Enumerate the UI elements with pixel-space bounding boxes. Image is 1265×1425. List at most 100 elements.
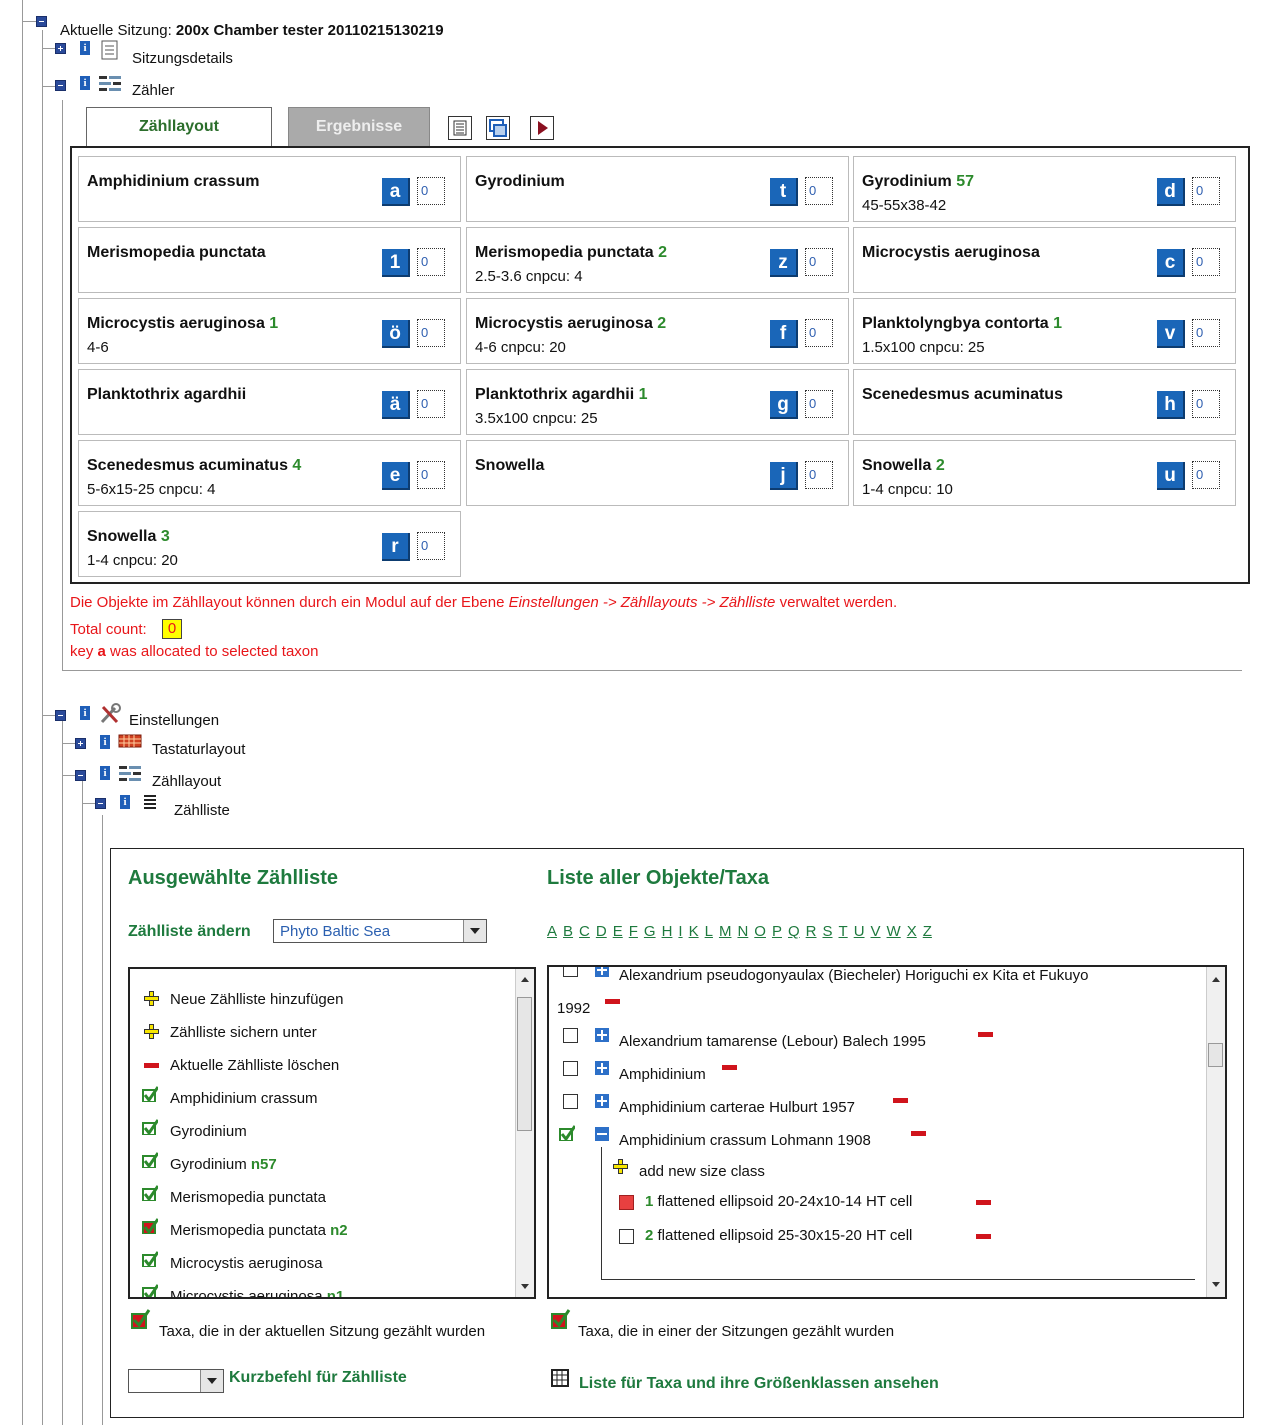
count-layout-label[interactable]: Zähllayout bbox=[152, 773, 221, 790]
letter-link[interactable]: G bbox=[644, 923, 656, 940]
list-entry[interactable]: Neue Zählliste hinzufügen bbox=[170, 991, 343, 1008]
count-value[interactable]: 0 bbox=[417, 319, 445, 347]
count-cell[interactable]: Merismopedia punctata 2 2.5-3.6 cnpcu: 4 z… bbox=[466, 227, 849, 293]
count-value[interactable]: 0 bbox=[1192, 177, 1220, 205]
count-value[interactable]: 0 bbox=[1192, 461, 1220, 489]
check-icon[interactable] bbox=[142, 1119, 158, 1135]
list-entry[interactable]: Amphidinium crassum bbox=[170, 1090, 318, 1107]
count-value[interactable]: 0 bbox=[417, 177, 445, 205]
count-cell[interactable]: Snowella 2 1-4 cnpcu: 10 u 0 bbox=[853, 440, 1236, 506]
count-value[interactable]: 0 bbox=[417, 248, 445, 276]
table-icon[interactable] bbox=[551, 1369, 569, 1387]
shortcut-key[interactable]: z bbox=[770, 249, 798, 277]
count-list-label[interactable]: Zählliste bbox=[174, 802, 230, 819]
count-value[interactable]: 0 bbox=[417, 461, 445, 489]
all-taxa-box[interactable]: Alexandrium pseudogonyaulax (Biecheler) … bbox=[547, 965, 1227, 1299]
scrollbar[interactable] bbox=[515, 969, 534, 1297]
check-icon[interactable] bbox=[142, 1152, 158, 1168]
expand-taxon-icon[interactable] bbox=[595, 967, 609, 977]
window-button[interactable] bbox=[486, 116, 510, 140]
remove-taxon-icon[interactable] bbox=[893, 1098, 908, 1103]
list-entry[interactable]: Zählliste sichern unter bbox=[170, 1024, 317, 1041]
selected-list-box[interactable]: Neue Zählliste hinzufügen Zählliste siche… bbox=[128, 967, 536, 1299]
scroll-down-icon[interactable] bbox=[521, 1284, 529, 1289]
count-cell[interactable]: Planktothrix agardhii ä 0 bbox=[78, 369, 461, 435]
expand-details-toggle[interactable] bbox=[55, 43, 66, 54]
letter-link[interactable]: X bbox=[907, 923, 917, 940]
count-cell[interactable]: Microcystis aeruginosa 1 4-6 ö 0 bbox=[78, 298, 461, 364]
shortcut-key[interactable]: f bbox=[770, 320, 798, 348]
letter-link[interactable]: P bbox=[772, 923, 782, 940]
count-cell[interactable]: Planktothrix agardhii 1 3.5x100 cnpcu: 25… bbox=[466, 369, 849, 435]
count-cell[interactable]: Scenedesmus acuminatus 4 5-6x15-25 cnpcu:… bbox=[78, 440, 461, 506]
list-entry[interactable]: Merismopedia punctata bbox=[170, 1189, 326, 1206]
letter-link[interactable]: S bbox=[823, 923, 833, 940]
count-value[interactable]: 0 bbox=[805, 390, 833, 418]
letter-link[interactable]: B bbox=[563, 923, 573, 940]
list-entry[interactable]: Gyrodinium bbox=[170, 1123, 247, 1140]
shortcut-key[interactable]: u bbox=[1157, 462, 1185, 490]
scroll-up-icon[interactable] bbox=[1212, 977, 1220, 982]
collapse-layout-toggle[interactable] bbox=[75, 770, 86, 781]
letter-link[interactable]: L bbox=[705, 923, 713, 940]
remove-taxon-icon[interactable] bbox=[722, 1065, 737, 1070]
shortcut-key[interactable]: ö bbox=[382, 320, 410, 348]
play-button[interactable] bbox=[530, 116, 554, 140]
letter-link[interactable]: E bbox=[613, 923, 623, 940]
size-class-1[interactable]: 1 flattened ellipsoid 20-24x10-14 HT cel… bbox=[645, 1193, 912, 1210]
shortcut-key[interactable]: 1 bbox=[382, 249, 410, 277]
taxon-name[interactable]: Alexandrium tamarense (Lebour) Balech 19… bbox=[619, 1033, 926, 1050]
shortcut-key[interactable]: h bbox=[1157, 391, 1185, 419]
count-cell[interactable]: Amphidinium crassum a 0 bbox=[78, 156, 461, 222]
count-value[interactable]: 0 bbox=[1192, 319, 1220, 347]
collapse-taxon-icon[interactable] bbox=[595, 1127, 609, 1141]
dropdown-arrow-icon[interactable] bbox=[200, 1370, 223, 1392]
count-cell[interactable]: Planktolyngbya contorta 1 1.5x100 cnpcu: … bbox=[853, 298, 1236, 364]
letter-link[interactable]: Z bbox=[923, 923, 932, 940]
check-icon[interactable] bbox=[142, 1086, 158, 1102]
expand-keyboard-toggle[interactable] bbox=[75, 738, 86, 749]
letter-link[interactable]: I bbox=[678, 923, 682, 940]
expand-taxon-icon[interactable] bbox=[595, 1061, 609, 1075]
taxon-checkbox[interactable] bbox=[563, 967, 578, 977]
scrollbar[interactable] bbox=[1206, 967, 1225, 1297]
shortcut-key[interactable]: r bbox=[382, 533, 410, 561]
letter-link[interactable]: T bbox=[839, 923, 848, 940]
shortcut-key[interactable]: e bbox=[382, 462, 410, 490]
dropdown-arrow-icon[interactable] bbox=[463, 920, 486, 942]
letter-link[interactable]: Q bbox=[788, 923, 800, 940]
check-icon[interactable] bbox=[142, 1185, 158, 1201]
letter-link[interactable]: A bbox=[547, 923, 557, 940]
count-value[interactable]: 0 bbox=[1192, 248, 1220, 276]
shortcut-key[interactable]: ä bbox=[382, 391, 410, 419]
remove-taxon-icon[interactable] bbox=[605, 999, 620, 1004]
count-cell[interactable]: Merismopedia punctata 1 0 bbox=[78, 227, 461, 293]
letter-link[interactable]: R bbox=[806, 923, 817, 940]
letter-link[interactable]: V bbox=[871, 923, 881, 940]
collapse-settings-toggle[interactable] bbox=[55, 710, 66, 721]
taxon-name[interactable]: Amphidinium crassum Lohmann 1908 bbox=[619, 1132, 871, 1149]
scroll-thumb[interactable] bbox=[517, 997, 532, 1131]
expand-taxon-icon[interactable] bbox=[595, 1028, 609, 1042]
size-class-checkbox[interactable] bbox=[619, 1229, 634, 1244]
taxon-checkbox[interactable] bbox=[563, 1094, 578, 1109]
view-taxa-list-link[interactable]: Liste für Taxa und ihre Größenklassen an… bbox=[579, 1375, 939, 1393]
scroll-down-icon[interactable] bbox=[1212, 1282, 1220, 1287]
letter-link[interactable]: U bbox=[854, 923, 865, 940]
shortcut-label[interactable]: Kurzbefehl für Zählliste bbox=[229, 1369, 407, 1387]
info-icon[interactable]: i bbox=[80, 41, 90, 55]
shortcut-key[interactable]: c bbox=[1157, 249, 1185, 277]
letter-link[interactable]: O bbox=[754, 923, 766, 940]
tab-layout[interactable]: Zähllayout bbox=[86, 107, 272, 147]
shortcut-key[interactable]: t bbox=[770, 178, 798, 206]
count-cell[interactable]: Microcystis aeruginosa c 0 bbox=[853, 227, 1236, 293]
info-icon[interactable]: i bbox=[80, 76, 90, 90]
letter-link[interactable]: C bbox=[579, 923, 590, 940]
delete-icon[interactable] bbox=[144, 1063, 159, 1068]
expand-taxon-icon[interactable] bbox=[595, 1094, 609, 1108]
letter-link[interactable]: H bbox=[662, 923, 673, 940]
count-cell[interactable]: Microcystis aeruginosa 2 4-6 cnpcu: 20 f 0 bbox=[466, 298, 849, 364]
count-cell[interactable]: Gyrodinium t 0 bbox=[466, 156, 849, 222]
shortcut-key[interactable]: d bbox=[1157, 178, 1185, 206]
remove-taxon-icon[interactable] bbox=[911, 1131, 926, 1136]
